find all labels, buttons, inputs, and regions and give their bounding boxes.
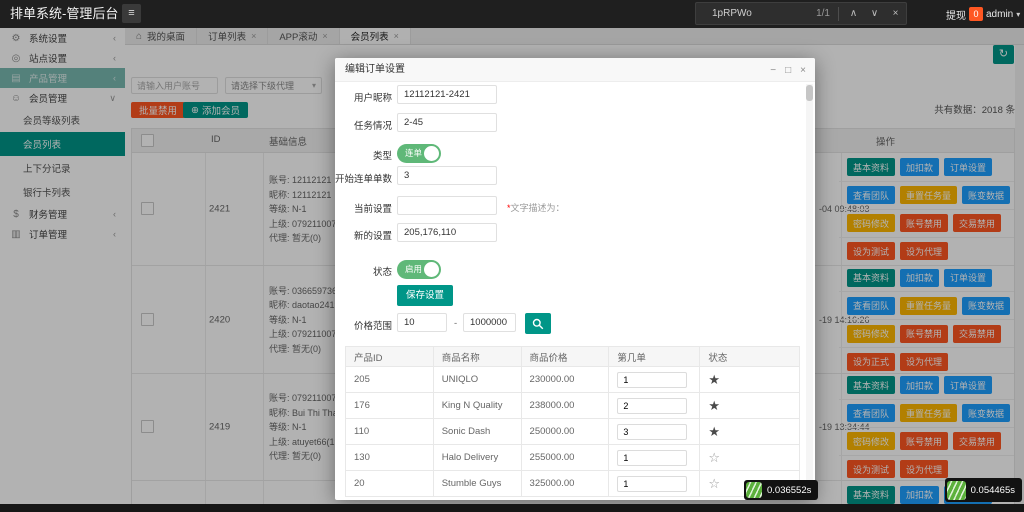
status-toggle[interactable]: 启用 [397, 260, 441, 279]
divider [838, 6, 839, 21]
product-name: Sonic Dash [432, 418, 522, 445]
product-price: 250000.00 [520, 418, 610, 445]
current-setting-input[interactable] [397, 196, 497, 215]
chevron-down-icon: ▾ [1016, 9, 1021, 19]
edit-order-settings-modal: 编辑订单设置 − □ × 用户昵称 任务情况 类型 连单 开始连单单数 当前设置… [335, 58, 815, 500]
maximize-icon[interactable]: □ [785, 65, 791, 76]
table-row: 205 UNIQLO 230000.00 ★ [345, 366, 800, 393]
product-id: 20 [345, 470, 434, 497]
scrollbar-thumb[interactable] [806, 85, 813, 101]
username: admin [986, 8, 1014, 20]
modal-title: 编辑订单设置 [335, 58, 815, 82]
product-name: King N Quality [432, 392, 522, 419]
product-name: Halo Delivery [432, 444, 522, 471]
product-id: 130 [345, 444, 434, 471]
browser-find-bar: 1pRPWo 1/1 ∧ ∨ × [695, 2, 907, 25]
star-icon[interactable]: ★ [699, 418, 800, 445]
find-query-input[interactable]: 1pRPWo [712, 8, 816, 19]
column-header-product-id: 产品ID [345, 346, 434, 367]
user-menu[interactable]: admin ▾ [986, 0, 1020, 28]
table-row: 110 Sonic Dash 250000.00 ★ [345, 418, 800, 445]
price-search-button[interactable] [525, 313, 551, 334]
price-min-input[interactable] [397, 313, 447, 332]
profiler-time: 0.054465s [970, 484, 1015, 496]
new-setting-input[interactable] [397, 223, 497, 242]
note-text: 文字描述为： [510, 203, 565, 213]
find-next-icon[interactable]: ∨ [864, 8, 885, 19]
nickname-input[interactable] [397, 85, 497, 104]
product-price: 230000.00 [520, 366, 610, 393]
profiler-badge-modal: 0.036552s [744, 480, 819, 500]
table-row: 20 Stumble Guys 325000.00 ☆ [345, 470, 800, 497]
column-header-product-price: 商品价格 [520, 346, 610, 367]
bottom-bar [0, 504, 1024, 512]
star-icon[interactable]: ★ [699, 366, 800, 393]
product-name: Stumble Guys [432, 470, 522, 497]
field-label-status: 状态 [372, 267, 392, 278]
close-icon[interactable]: × [800, 65, 806, 76]
profiler-icon [946, 480, 966, 500]
product-price: 255000.00 [520, 444, 610, 471]
modal-controls: − □ × [770, 58, 806, 82]
type-toggle[interactable]: 连单 [397, 144, 441, 163]
app-title: 排单系统-管理后台 [10, 6, 119, 21]
field-label-start-count: 开始连单单数 [335, 174, 393, 185]
hamburger-menu-icon[interactable]: ≡ [122, 4, 141, 23]
field-label-type: 类型 [372, 151, 392, 162]
find-match-count: 1/1 [816, 8, 830, 19]
field-label-price-range: 价格范围 [353, 321, 392, 332]
star-icon[interactable]: ★ [699, 392, 800, 419]
products-table: 产品ID 商品名称 商品价格 第几单 状态 205 UNIQLO 230000.… [345, 346, 800, 497]
price-range-separator: - [454, 318, 458, 329]
minimize-icon[interactable]: − [770, 65, 776, 76]
field-label-nickname: 用户昵称 [353, 93, 392, 104]
order-index-input[interactable] [617, 371, 688, 388]
order-index-input[interactable] [617, 475, 688, 492]
price-max-input[interactable] [463, 313, 516, 332]
table-row: 130 Halo Delivery 255000.00 ☆ [345, 444, 800, 471]
column-header-product-name: 商品名称 [432, 346, 522, 367]
order-index-input[interactable] [617, 449, 688, 466]
field-label-current-setting: 当前设置 [353, 204, 392, 215]
start-count-input[interactable] [397, 166, 497, 185]
withdraw-label: 提现 [946, 10, 966, 22]
product-price: 238000.00 [520, 392, 610, 419]
find-close-icon[interactable]: × [885, 8, 906, 19]
find-previous-icon[interactable]: ∧ [843, 8, 864, 19]
product-id: 176 [345, 392, 434, 419]
column-header-status: 状态 [699, 346, 800, 367]
save-settings-button[interactable]: 保存设置 [397, 285, 453, 306]
profiler-time: 0.036552s [767, 484, 812, 496]
top-bar: 排单系统-管理后台 ≡ 1pRPWo 1/1 ∧ ∨ × 提现 0 admin … [0, 0, 1024, 28]
product-id: 110 [345, 418, 434, 445]
order-index-input[interactable] [617, 423, 688, 440]
profiler-icon [746, 482, 762, 498]
modal-scrollbar[interactable]: ▾ [806, 84, 813, 497]
order-index-input[interactable] [617, 397, 688, 414]
withdraw-menu[interactable]: 提现 0 [946, 0, 983, 28]
products-table-header: 产品ID 商品名称 商品价格 第几单 状态 [345, 346, 800, 367]
task-input[interactable] [397, 113, 497, 132]
search-icon [532, 318, 544, 329]
field-label-new-setting: 新的设置 [353, 231, 392, 242]
column-header-order-index: 第几单 [608, 346, 701, 367]
current-setting-note: *文字描述为： [507, 201, 565, 214]
table-row: 176 King N Quality 238000.00 ★ [345, 392, 800, 419]
star-outline-icon[interactable]: ☆ [699, 444, 800, 471]
product-name: UNIQLO [432, 366, 522, 393]
field-label-task: 任务情况 [353, 121, 392, 132]
product-price: 325000.00 [520, 470, 610, 497]
withdraw-count-badge: 0 [969, 7, 983, 21]
profiler-badge-page: 0.054465s [944, 478, 1022, 502]
product-id: 205 [345, 366, 434, 393]
